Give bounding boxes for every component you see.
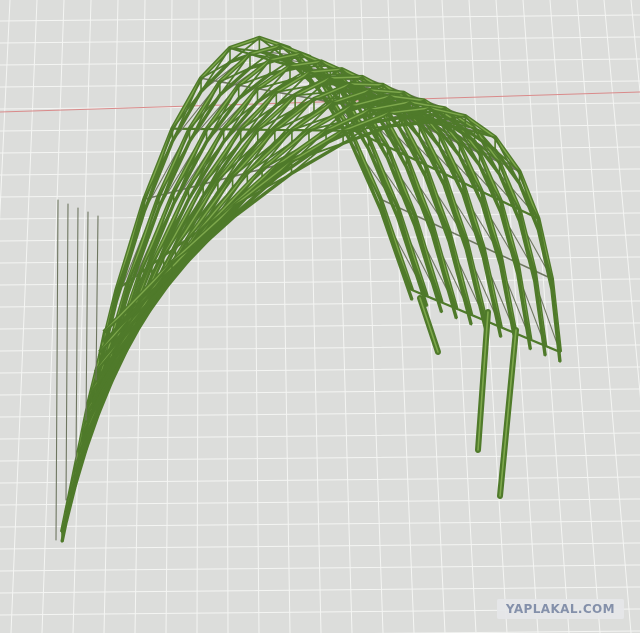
truss-web-diagonal <box>533 280 547 347</box>
grid-line <box>0 14 640 22</box>
grid-line <box>0 454 640 462</box>
truss-arch-model[interactable] <box>55 35 563 543</box>
truss-web-diagonal <box>499 264 517 335</box>
grid-line <box>414 0 446 633</box>
grid-line <box>10 0 38 633</box>
grid-line <box>41 0 65 633</box>
grid-line <box>0 432 640 440</box>
grid-line <box>630 0 640 98</box>
grid-line <box>225 0 229 633</box>
truss-web-diagonal <box>516 272 532 341</box>
edge-member <box>95 215 99 381</box>
3d-viewport[interactable]: YAPLAKAL.COM <box>0 0 640 633</box>
grid-line <box>0 0 11 222</box>
grid-line <box>0 36 640 44</box>
truss-web-diagonal <box>537 228 553 280</box>
grid-line <box>603 0 640 399</box>
truss-web-diagonal <box>518 219 536 272</box>
grid-line <box>0 190 640 198</box>
model-canvas[interactable] <box>0 0 640 633</box>
grid-line <box>0 212 640 220</box>
grid-line <box>72 0 92 633</box>
grid-line <box>0 520 640 528</box>
edge-member <box>85 211 89 421</box>
edge-member <box>55 199 59 541</box>
grid-line <box>0 542 640 550</box>
grid-line <box>0 498 640 506</box>
grid-line <box>0 476 640 484</box>
support-column <box>477 311 489 451</box>
grid-line <box>576 0 632 633</box>
grid-line <box>165 0 173 633</box>
grid-line <box>0 168 640 176</box>
watermark-logo: YAPLAKAL.COM <box>496 599 624 619</box>
edge-member <box>75 207 79 461</box>
support-column <box>499 329 517 497</box>
edge-member <box>65 203 69 501</box>
grid-line <box>441 0 477 633</box>
